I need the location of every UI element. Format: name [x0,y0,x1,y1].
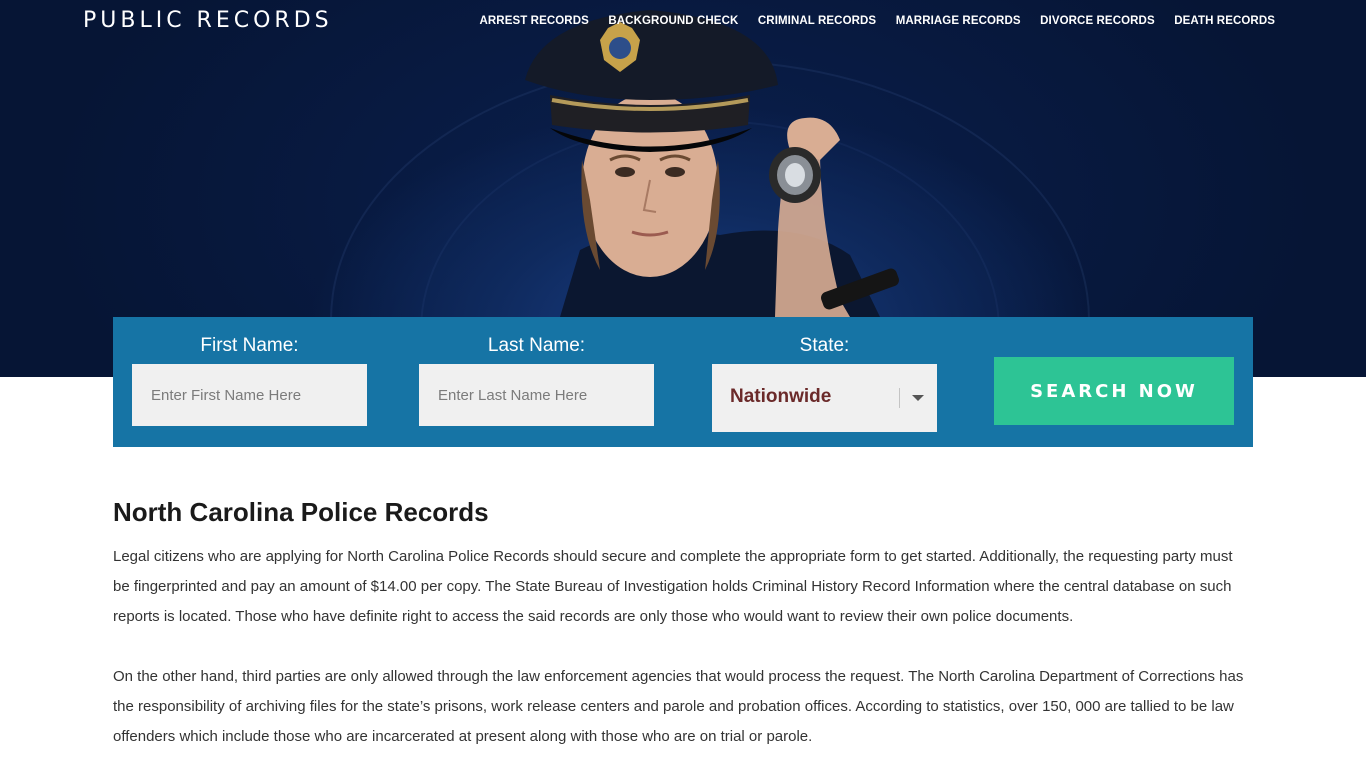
page: PUBLIC RECORDS ARREST RECORDS BACKGROUND… [0,0,1366,768]
site-logo[interactable]: PUBLIC RECORDS [83,8,333,33]
search-form: First Name: Last Name: State: Nationwide… [113,317,1253,447]
first-name-label: First Name: [200,335,299,356]
police-officer-image [525,10,899,317]
nav-divorce-records[interactable]: DIVORCE RECORDS [1040,15,1155,27]
nav-background-check[interactable]: BACKGROUND CHECK [608,15,738,27]
main-nav: ARREST RECORDS BACKGROUND CHECK CRIMINAL… [460,15,1275,27]
nav-arrest-records[interactable]: ARREST RECORDS [479,15,588,27]
last-name-label: Last Name: [487,335,586,356]
nav-death-records[interactable]: DEATH RECORDS [1174,15,1275,27]
state-label: State: [799,335,850,356]
page-title: North Carolina Police Records [113,497,489,527]
article-paragraph: Legal citizens who are applying for Nort… [113,548,1233,625]
nav-marriage-records[interactable]: MARRIAGE RECORDS [896,15,1021,27]
chevron-down-icon [912,395,924,401]
article-paragraph: On the other hand, third parties are onl… [113,668,1244,745]
select-separator [899,388,900,408]
first-name-input[interactable] [132,364,367,426]
state-select-value: Nationwide [730,386,832,407]
article: North Carolina Police Records Legal citi… [113,497,1253,768]
nav-criminal-records[interactable]: CRIMINAL RECORDS [758,15,876,27]
last-name-input[interactable] [419,364,654,426]
state-select[interactable]: Nationwide [712,364,937,432]
search-now-button[interactable]: SEARCH NOW [994,357,1234,425]
